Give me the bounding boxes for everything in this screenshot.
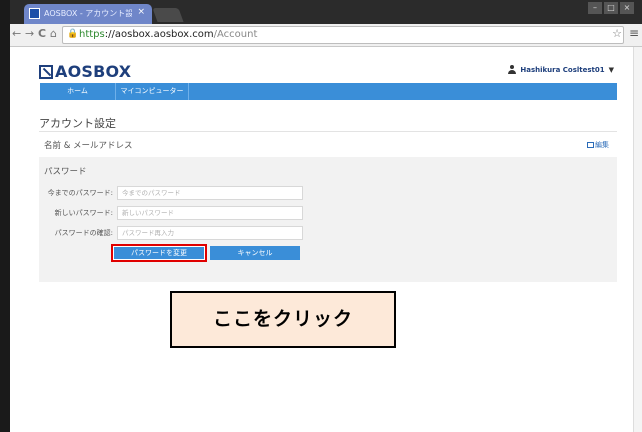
close-window-button[interactable]: × xyxy=(620,2,634,14)
url-text: https://aosbox.aosbox.com/Account xyxy=(79,29,258,40)
password-section-title: パスワード xyxy=(44,167,87,177)
user-name: Hashikura Cosltest01 xyxy=(520,65,605,74)
change-password-label: パスワードを変更 xyxy=(114,247,204,259)
main-nav: ホーム マイコンピューター xyxy=(40,83,617,100)
caret-down-icon: ▼ xyxy=(608,65,614,74)
star-icon[interactable]: ☆ xyxy=(612,27,622,40)
address-bar[interactable]: 🔒 https://aosbox.aosbox.com/Account xyxy=(62,26,624,44)
nav-item-my-computer[interactable]: マイコンピューター xyxy=(116,83,189,100)
lock-icon: 🔒 xyxy=(67,29,79,39)
menu-icon[interactable]: ≡ xyxy=(629,26,639,40)
desktop-edge xyxy=(0,0,10,432)
name-email-panel: 名前 & メールアドレス 編集 xyxy=(39,133,617,158)
name-email-label: 名前 & メールアドレス xyxy=(44,141,133,151)
browser-window: AOSBOX - アカウント設定 × – □ × ← → C ⌂ 🔒 https… xyxy=(0,0,642,432)
scrollbar[interactable] xyxy=(633,47,642,432)
logo-text: AOSBOX xyxy=(55,62,132,81)
edit-icon xyxy=(587,142,594,148)
browser-tab[interactable]: AOSBOX - アカウント設定 × xyxy=(24,4,152,24)
nav-item-home[interactable]: ホーム xyxy=(40,83,116,100)
close-tab-icon[interactable]: × xyxy=(137,7,145,17)
logo-mark-icon xyxy=(39,64,53,79)
forward-icon[interactable]: → xyxy=(25,27,34,40)
back-icon[interactable]: ← xyxy=(12,27,21,40)
confirm-password-input[interactable]: パスワード再入力 xyxy=(117,226,303,240)
instruction-callout: ここをクリック xyxy=(170,291,396,348)
new-password-input[interactable]: 新しいパスワード xyxy=(117,206,303,220)
favicon-icon xyxy=(29,8,40,19)
current-password-label: 今までのパスワード: xyxy=(47,189,113,197)
minimize-button[interactable]: – xyxy=(588,2,602,14)
user-menu[interactable]: Hashikura Cosltest01 ▼ xyxy=(508,65,614,74)
page-title: アカウント設定 xyxy=(39,117,116,130)
new-password-label: 新しいパスワード: xyxy=(54,209,113,217)
current-password-input[interactable]: 今までのパスワード xyxy=(117,186,303,200)
window-controls: – □ × xyxy=(588,2,634,16)
browser-toolbar: ← → C ⌂ 🔒 https://aosbox.aosbox.com/Acco… xyxy=(10,24,642,47)
confirm-password-row: パスワードの確認: パスワード再入力 xyxy=(39,226,303,240)
confirm-password-label: パスワードの確認: xyxy=(54,229,113,237)
new-tab-button[interactable] xyxy=(152,8,184,22)
tab-bar: AOSBOX - アカウント設定 × – □ × xyxy=(10,0,642,24)
tab-title: AOSBOX - アカウント設定 xyxy=(44,9,132,18)
callout-text: ここをクリック xyxy=(212,308,353,330)
password-panel: パスワード 今までのパスワード: 今までのパスワード 新しいパスワード: 新しい… xyxy=(39,157,617,282)
site-logo[interactable]: AOSBOX xyxy=(39,62,131,81)
edit-link[interactable]: 編集 xyxy=(587,140,609,150)
maximize-button[interactable]: □ xyxy=(604,2,618,14)
home-icon[interactable]: ⌂ xyxy=(50,27,57,40)
cancel-button[interactable]: キャンセル xyxy=(210,246,300,260)
change-password-button[interactable]: パスワードを変更 xyxy=(111,244,207,262)
title-divider xyxy=(39,131,617,132)
current-password-row: 今までのパスワード: 今までのパスワード xyxy=(39,186,303,200)
page-content: AOSBOX Hashikura Cosltest01 ▼ ホーム マイコンピュ… xyxy=(10,47,642,432)
new-password-row: 新しいパスワード: 新しいパスワード xyxy=(39,206,303,220)
edit-label: 編集 xyxy=(595,141,609,149)
reload-icon[interactable]: C xyxy=(38,27,46,40)
user-icon xyxy=(508,65,517,74)
